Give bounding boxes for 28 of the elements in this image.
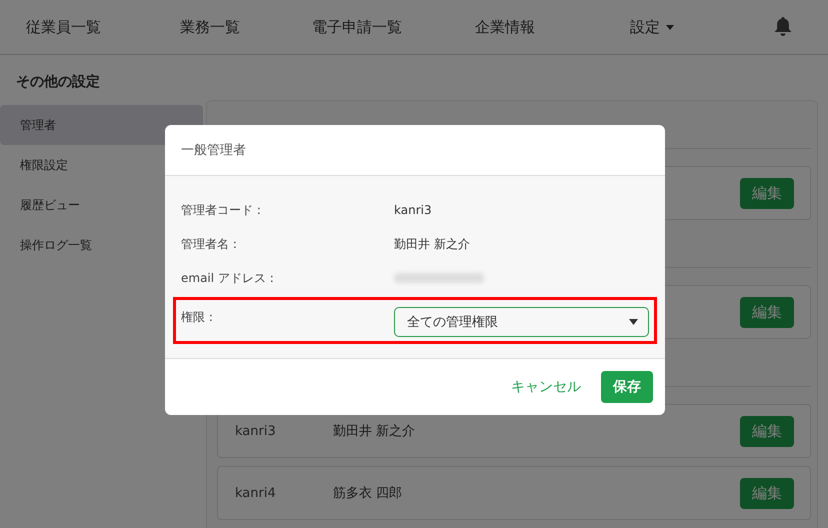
dialog-title: 一般管理者 <box>181 142 246 159</box>
admin-code: kanri3 <box>235 424 277 438</box>
nav-link[interactable]: 従業員一覧 <box>26 18 180 36</box>
edit-button[interactable]: 編集 <box>740 296 794 328</box>
nav-dropdown[interactable]: 設定 <box>630 18 674 36</box>
edit-button[interactable]: 編集 <box>740 416 794 446</box>
field-label: email アドレス : <box>181 270 275 286</box>
admin-name: 筋多衣 四郎 <box>333 485 402 502</box>
field-label: 権限 : <box>181 309 214 326</box>
field-label: 管理者コード : <box>181 202 262 218</box>
edit-button[interactable]: 編集 <box>740 478 794 508</box>
sidebar-item[interactable]: 管理者 <box>0 105 203 145</box>
nav-link[interactable]: 電子申請一覧 <box>312 18 475 36</box>
edit-button[interactable]: 編集 <box>740 178 794 208</box>
admin-code: kanri4 <box>235 486 277 500</box>
caret-icon <box>629 319 638 325</box>
field-value: 勤田井 新之介 <box>394 236 470 252</box>
nav-link[interactable]: 業務一覧 <box>180 18 312 36</box>
field-label: 管理者名 : <box>181 236 238 252</box>
save-button[interactable]: 保存 <box>601 371 653 403</box>
permission-select[interactable]: 全ての管理権限 <box>394 307 649 337</box>
sidebar-title: その他の設定 <box>15 72 101 92</box>
caret-icon <box>666 24 674 30</box>
field-value: kanri3 <box>394 203 432 217</box>
cancel-link[interactable]: キャンセル <box>511 378 581 396</box>
nav-link[interactable]: 企業情報 <box>475 18 630 36</box>
bell-icon[interactable] <box>774 17 792 37</box>
admin-name: 勤田井 新之介 <box>333 423 416 440</box>
